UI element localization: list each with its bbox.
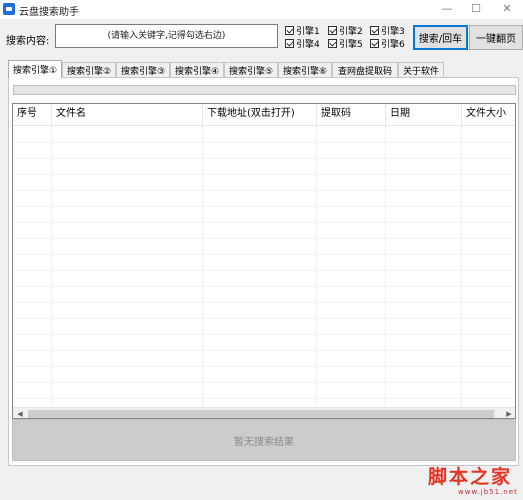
tab-engine-6[interactable]: 搜索引擎⑥ xyxy=(278,62,332,77)
progress-bar xyxy=(13,85,516,95)
table-row-line xyxy=(13,398,515,399)
column-divider xyxy=(51,126,52,406)
engine-label: 引擎3 xyxy=(381,26,405,37)
watermark-url: www.jb51.net xyxy=(458,488,518,496)
search-button[interactable]: 搜索/回车 xyxy=(413,25,468,50)
table-row-line xyxy=(13,318,515,319)
engine-label: 引擎1 xyxy=(296,26,320,37)
engine-2-checkbox[interactable]: 引擎2 xyxy=(328,24,363,37)
tab-about[interactable]: 关于软件 xyxy=(398,62,444,77)
checkbox-box[interactable] xyxy=(285,25,294,35)
checkbox-box[interactable] xyxy=(328,25,337,35)
search-input[interactable] xyxy=(55,24,278,48)
engine-1-checkbox[interactable]: 引擎1 xyxy=(285,24,320,37)
app-icon xyxy=(3,3,15,15)
engine-5-checkbox[interactable]: 引擎5 xyxy=(328,37,363,50)
column-header-index[interactable]: 序号 xyxy=(13,104,52,126)
table-row-line xyxy=(13,254,515,255)
table-row-line xyxy=(13,206,515,207)
column-header-extract-code[interactable]: 提取码 xyxy=(317,104,386,126)
minimize-button[interactable]: — xyxy=(432,0,462,19)
engine-label: 引擎5 xyxy=(339,39,363,50)
table-row-line xyxy=(13,190,515,191)
engine-4-checkbox[interactable]: 引擎4 xyxy=(285,37,320,50)
column-header-download-url[interactable]: 下载地址(双击打开) xyxy=(203,104,317,126)
scroll-left-arrow-icon[interactable]: ◀ xyxy=(13,408,27,418)
horizontal-scrollbar[interactable]: ◀ ▶ xyxy=(13,407,515,418)
column-divider xyxy=(461,126,462,406)
page-turn-button[interactable]: 一键翻页 xyxy=(469,25,523,50)
scroll-thumb[interactable] xyxy=(28,410,494,418)
table-row-line xyxy=(13,270,515,271)
table-row-line xyxy=(13,174,515,175)
close-button[interactable]: ✕ xyxy=(492,0,522,19)
tab-engine-4[interactable]: 搜索引擎④ xyxy=(170,62,224,77)
tab-engine-5[interactable]: 搜索引擎⑤ xyxy=(224,62,278,77)
tab-engine-3[interactable]: 搜索引擎③ xyxy=(116,62,170,77)
column-divider xyxy=(316,126,317,406)
window-title: 云盘搜索助手 xyxy=(19,7,79,18)
table-row-line xyxy=(13,366,515,367)
table-row-line xyxy=(13,350,515,351)
table-row-line xyxy=(13,382,515,383)
engine-3-checkbox[interactable]: 引擎3 xyxy=(370,24,405,37)
tab-engine-2[interactable]: 搜索引擎② xyxy=(62,62,116,77)
scroll-right-arrow-icon[interactable]: ▶ xyxy=(502,408,515,418)
table-row-line xyxy=(13,334,515,335)
maximize-button[interactable]: ☐ xyxy=(461,0,491,19)
column-header-file-size[interactable]: 文件大小 xyxy=(462,104,515,126)
tab-extract-code[interactable]: 查网盘提取码 xyxy=(332,62,398,77)
checkbox-box[interactable] xyxy=(328,38,337,48)
search-label: 搜索内容: xyxy=(6,36,50,47)
table-row-line xyxy=(13,302,515,303)
watermark-logo: 脚本之家 xyxy=(428,466,513,488)
tab-engine-1[interactable]: 搜索引擎① xyxy=(8,60,62,78)
table-row-line xyxy=(13,222,515,223)
engine-label: 引擎2 xyxy=(339,26,363,37)
engine-6-checkbox[interactable]: 引擎6 xyxy=(370,37,405,50)
results-table[interactable]: 序号 文件名 下载地址(双击打开) 提取码 日期 文件大小 ◀ ▶ xyxy=(12,103,516,419)
checkbox-box[interactable] xyxy=(370,38,379,48)
table-row-line xyxy=(13,238,515,239)
table-header: 序号 文件名 下载地址(双击打开) 提取码 日期 文件大小 xyxy=(13,104,515,126)
table-row-line xyxy=(13,158,515,159)
no-results-status-button[interactable]: 暂无搜索结果 xyxy=(12,419,516,461)
engine-label: 引擎6 xyxy=(381,39,405,50)
column-divider xyxy=(202,126,203,406)
table-row-line xyxy=(13,286,515,287)
checkbox-box[interactable] xyxy=(370,25,379,35)
column-header-filename[interactable]: 文件名 xyxy=(52,104,203,126)
engine-label: 引擎4 xyxy=(296,39,320,50)
table-row-line xyxy=(13,142,515,143)
checkbox-box[interactable] xyxy=(285,38,294,48)
column-divider xyxy=(385,126,386,406)
column-header-date[interactable]: 日期 xyxy=(386,104,462,126)
